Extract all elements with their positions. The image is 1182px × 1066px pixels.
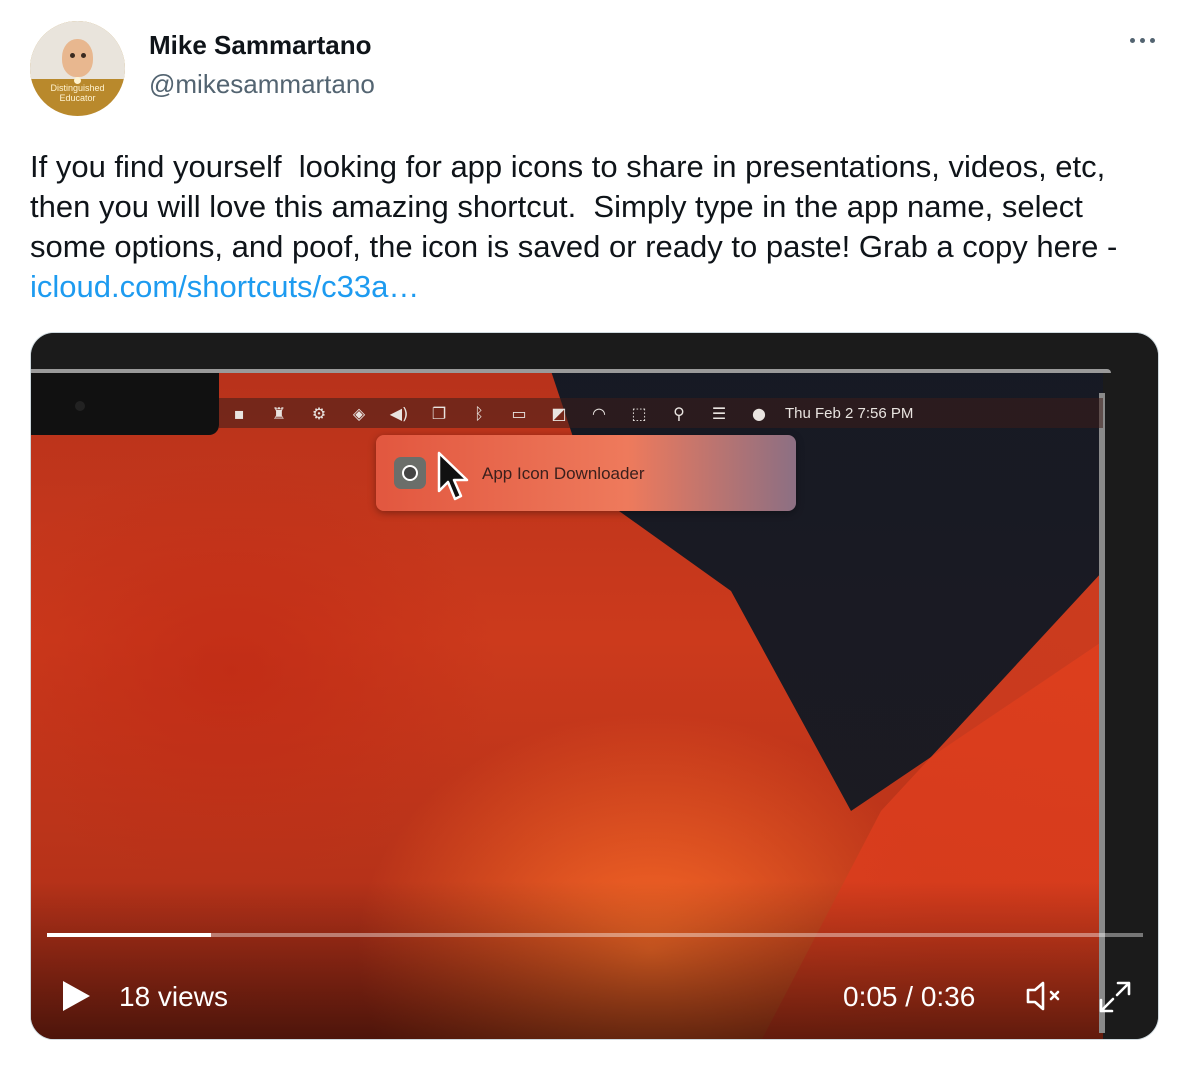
binoculars-icon: ♜ — [271, 403, 287, 423]
tweet-text: If you find yourself looking for app ico… — [30, 147, 1155, 307]
flag-icon: ◩ — [551, 403, 567, 423]
popup-item-label: App Icon Downloader — [482, 464, 645, 483]
laptop-bezel-edge — [1099, 393, 1105, 1033]
avatar[interactable]: Distinguished Educator — [30, 21, 125, 116]
view-count: 18 views — [119, 981, 228, 1012]
badge-text: Distinguished Educator — [30, 83, 125, 103]
video-progress-fill — [47, 933, 212, 937]
expand-icon[interactable] — [1097, 979, 1133, 1015]
badge-line1: Distinguished — [50, 83, 105, 93]
app-menu-icon: ▪ — [233, 403, 245, 423]
app-icon-downloader-icon — [394, 457, 426, 489]
camera-icon — [75, 401, 85, 411]
bluetooth-icon: ᛒ — [474, 403, 484, 423]
volume-icon: ◀) — [389, 403, 409, 423]
window-icon: ❐ — [431, 403, 447, 423]
search-icon: ⚲ — [673, 403, 685, 423]
gear-icon: ⚙ — [311, 403, 327, 423]
video-progress-bar[interactable] — [47, 933, 1143, 937]
tweet-body: If you find yourself looking for app ico… — [30, 149, 1118, 264]
wifi-icon: ◠ — [592, 403, 606, 423]
laptop-notch — [31, 373, 219, 435]
memoji-eye — [70, 53, 75, 58]
menu-bar: ▪ ♜ ⚙ ◈ ◀) ❐ ᛒ ▭ ◩ ◠ ⬚ ⚲ ☰ ● Thu Feb 2 7… — [219, 398, 1103, 428]
control-center-icon: ☰ — [711, 403, 727, 423]
badge-line2: Educator — [59, 93, 96, 103]
video-player[interactable]: ▪ ♜ ⚙ ◈ ◀) ❐ ᛒ ▭ ◩ ◠ ⬚ ⚲ ☰ ● Thu Feb 2 7… — [30, 332, 1159, 1040]
author-handle[interactable]: @mikesammartano — [149, 69, 375, 100]
menubar-clock: Thu Feb 2 7:56 PM — [785, 404, 914, 422]
tweet-link[interactable]: icloud.com/shortcuts/c33a… — [30, 269, 419, 304]
more-icon[interactable] — [1124, 30, 1160, 50]
shortcuts-icon: ◈ — [352, 403, 366, 423]
battery-icon: ▭ — [511, 403, 527, 423]
memoji-eye — [81, 53, 86, 58]
siri-icon: ● — [752, 403, 766, 423]
author-name[interactable]: Mike Sammartano — [149, 30, 372, 61]
muted-speaker-icon[interactable] — [1025, 979, 1065, 1013]
screen-icon: ⬚ — [631, 403, 647, 423]
video-time: 0:05 / 0:36 — [843, 981, 976, 1012]
play-icon[interactable] — [59, 979, 93, 1013]
memoji-face — [62, 39, 93, 77]
